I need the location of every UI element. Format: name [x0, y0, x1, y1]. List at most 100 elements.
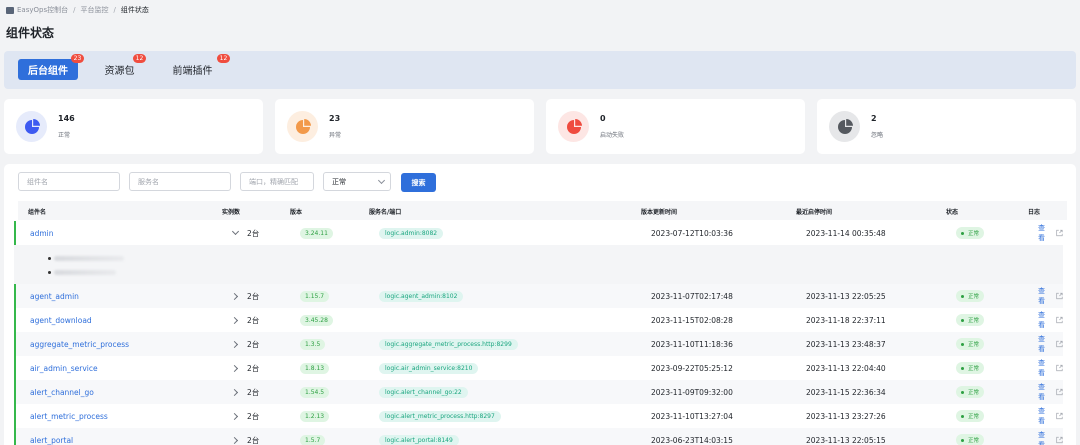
breadcrumb-item-monitor[interactable]: 平台监控 — [80, 5, 108, 15]
instance-count: 2台 — [247, 315, 260, 325]
component-name-link[interactable]: aggregate_metric_process — [30, 340, 129, 349]
table-row[interactable]: aggregate_metric_process 2台 1.3.5 logic.agg… — [14, 332, 1063, 356]
count-badge: 12 — [217, 54, 230, 63]
version-update-time: 2023-11-09T09:32:00 — [651, 387, 733, 397]
status-indicator-bar — [14, 356, 16, 380]
expanded-row-detail — [14, 245, 1063, 284]
table-row[interactable]: air_admin_service 2台 1.8.13 logic.air_admin… — [14, 356, 1063, 380]
component-name-input[interactable]: 组件名 — [18, 172, 120, 191]
pie-chart-icon — [829, 111, 860, 142]
chevron-right-icon[interactable] — [232, 389, 239, 396]
table-row[interactable]: agent_download 2台 3.45.28 2023-11-15T02:08:… — [14, 308, 1063, 332]
tab-frontend-plugins[interactable]: 前端插件 12 — [165, 54, 230, 80]
pie-chart-icon — [558, 111, 589, 142]
status-text: 正常 — [968, 414, 980, 420]
view-log-link[interactable]: 查看 — [1038, 286, 1050, 306]
component-name-link[interactable]: alert_metric_process — [30, 412, 108, 421]
view-log-link[interactable]: 查看 — [1038, 430, 1050, 445]
version-tag: 1.15.7 — [300, 290, 330, 302]
view-log-link[interactable]: 查看 — [1038, 406, 1050, 426]
port-input[interactable]: 端口，精确匹配 — [240, 172, 314, 191]
chevron-right-icon[interactable] — [232, 437, 239, 444]
component-name-link[interactable]: air_admin_service — [30, 364, 98, 373]
redacted-instance — [54, 270, 116, 275]
stat-card-normal: 146 正常 — [4, 99, 263, 154]
status-dot-icon — [961, 318, 964, 322]
breadcrumb-item-console[interactable]: EasyOps控制台 — [17, 5, 68, 15]
instance-count: 2台 — [247, 339, 260, 349]
tab-resource-packages[interactable]: 资源包 12 — [97, 54, 146, 80]
stat-card-start-failed: 0 启动失败 — [546, 99, 805, 154]
external-link-icon[interactable] — [1056, 316, 1063, 324]
status-indicator-bar — [14, 332, 16, 356]
service-port-tag: logic.agent_admin:8102 — [379, 290, 464, 302]
list-bullet — [48, 271, 51, 274]
pie-chart-icon — [287, 111, 318, 142]
tab-backend-components[interactable]: 后台组件 23 — [18, 54, 84, 80]
version-tag: 3.24.11 — [300, 227, 333, 239]
external-link-icon[interactable] — [1056, 364, 1063, 372]
chevron-right-icon[interactable] — [232, 317, 239, 324]
stat-value: 2 — [871, 114, 877, 123]
external-link-icon[interactable] — [1056, 412, 1063, 420]
component-name-link[interactable]: alert_channel_go — [30, 388, 94, 397]
last-restart-time: 2023-11-14 00:35:48 — [806, 228, 886, 238]
external-link-icon[interactable] — [1056, 292, 1063, 300]
tab-label: 后台组件 — [28, 66, 68, 77]
view-log-link[interactable]: 查看 — [1038, 358, 1050, 378]
service-name-input[interactable]: 服务名 — [129, 172, 231, 191]
pie-chart-icon — [16, 111, 47, 142]
component-name-link[interactable]: agent_download — [30, 316, 92, 325]
status-text: 正常 — [968, 294, 980, 300]
external-link-icon[interactable] — [1056, 436, 1063, 444]
column-header: 版本更新时间 — [641, 209, 678, 216]
status-indicator-bar — [14, 308, 16, 332]
status-dot-icon — [961, 390, 964, 394]
version-tag: 1.2.13 — [300, 410, 330, 422]
status-indicator-bar — [14, 404, 16, 428]
count-badge: 12 — [133, 54, 146, 63]
version-update-time: 2023-11-10T13:27:04 — [651, 411, 733, 421]
status-badge: 正常 — [956, 314, 985, 326]
instance-count: 2台 — [247, 291, 260, 301]
stat-value: 146 — [58, 114, 75, 123]
chevron-down-icon[interactable] — [232, 230, 239, 237]
table-row[interactable]: alert_portal 2台 1.5.7 logic.alert_portal:81… — [14, 428, 1063, 445]
tab-label: 前端插件 — [172, 66, 213, 77]
view-log-link[interactable]: 查看 — [1038, 334, 1050, 354]
search-button[interactable]: 搜索 — [401, 173, 436, 192]
external-link-icon[interactable] — [1056, 229, 1063, 237]
table-row[interactable]: alert_channel_go 2台 1.54.5 logic.alert_chan… — [14, 380, 1063, 404]
last-restart-time: 2023-11-13 23:48:37 — [806, 339, 886, 349]
version-update-time: 2023-11-15T02:08:28 — [651, 315, 733, 325]
table-row[interactable]: alert_metric_process 2台 1.2.13 logic.alert_… — [14, 404, 1063, 428]
chevron-right-icon[interactable] — [232, 365, 239, 372]
breadcrumb-item-current: 组件状态 — [120, 6, 149, 14]
column-header: 服务名/端口 — [369, 209, 402, 216]
external-link-icon[interactable] — [1056, 340, 1063, 348]
status-badge: 正常 — [956, 227, 985, 239]
status-dot-icon — [961, 231, 964, 235]
chevron-right-icon[interactable] — [232, 413, 239, 420]
status-dot-icon — [961, 294, 964, 298]
table-row[interactable]: admin 2台 3.24.11 logic.admin:8082 2023-07-12… — [14, 221, 1063, 245]
breadcrumb-separator: / — [73, 6, 76, 14]
component-name-link[interactable]: admin — [30, 229, 54, 238]
external-link-icon[interactable] — [1056, 388, 1063, 396]
component-name-link[interactable]: agent_admin — [30, 292, 79, 301]
view-log-link[interactable]: 查看 — [1038, 382, 1050, 402]
stat-card-ignored: 2 忽略 — [817, 99, 1076, 154]
status-text: 正常 — [968, 342, 980, 348]
chevron-right-icon[interactable] — [232, 341, 239, 348]
version-tag: 1.54.5 — [300, 386, 330, 398]
service-port-tag: logic.alert_channel_go:22 — [379, 386, 468, 398]
status-select[interactable]: 正常 — [323, 172, 391, 191]
service-port-tag: logic.admin:8082 — [379, 227, 444, 239]
view-log-link[interactable]: 查看 — [1038, 310, 1050, 330]
component-name-link[interactable]: alert_portal — [30, 436, 73, 445]
column-header: 组件名 — [28, 209, 47, 216]
view-log-link[interactable]: 查看 — [1038, 223, 1050, 243]
status-text: 正常 — [968, 366, 980, 372]
table-row[interactable]: agent_admin 2台 1.15.7 logic.agent_admin:810… — [14, 284, 1063, 308]
chevron-right-icon[interactable] — [232, 293, 239, 300]
